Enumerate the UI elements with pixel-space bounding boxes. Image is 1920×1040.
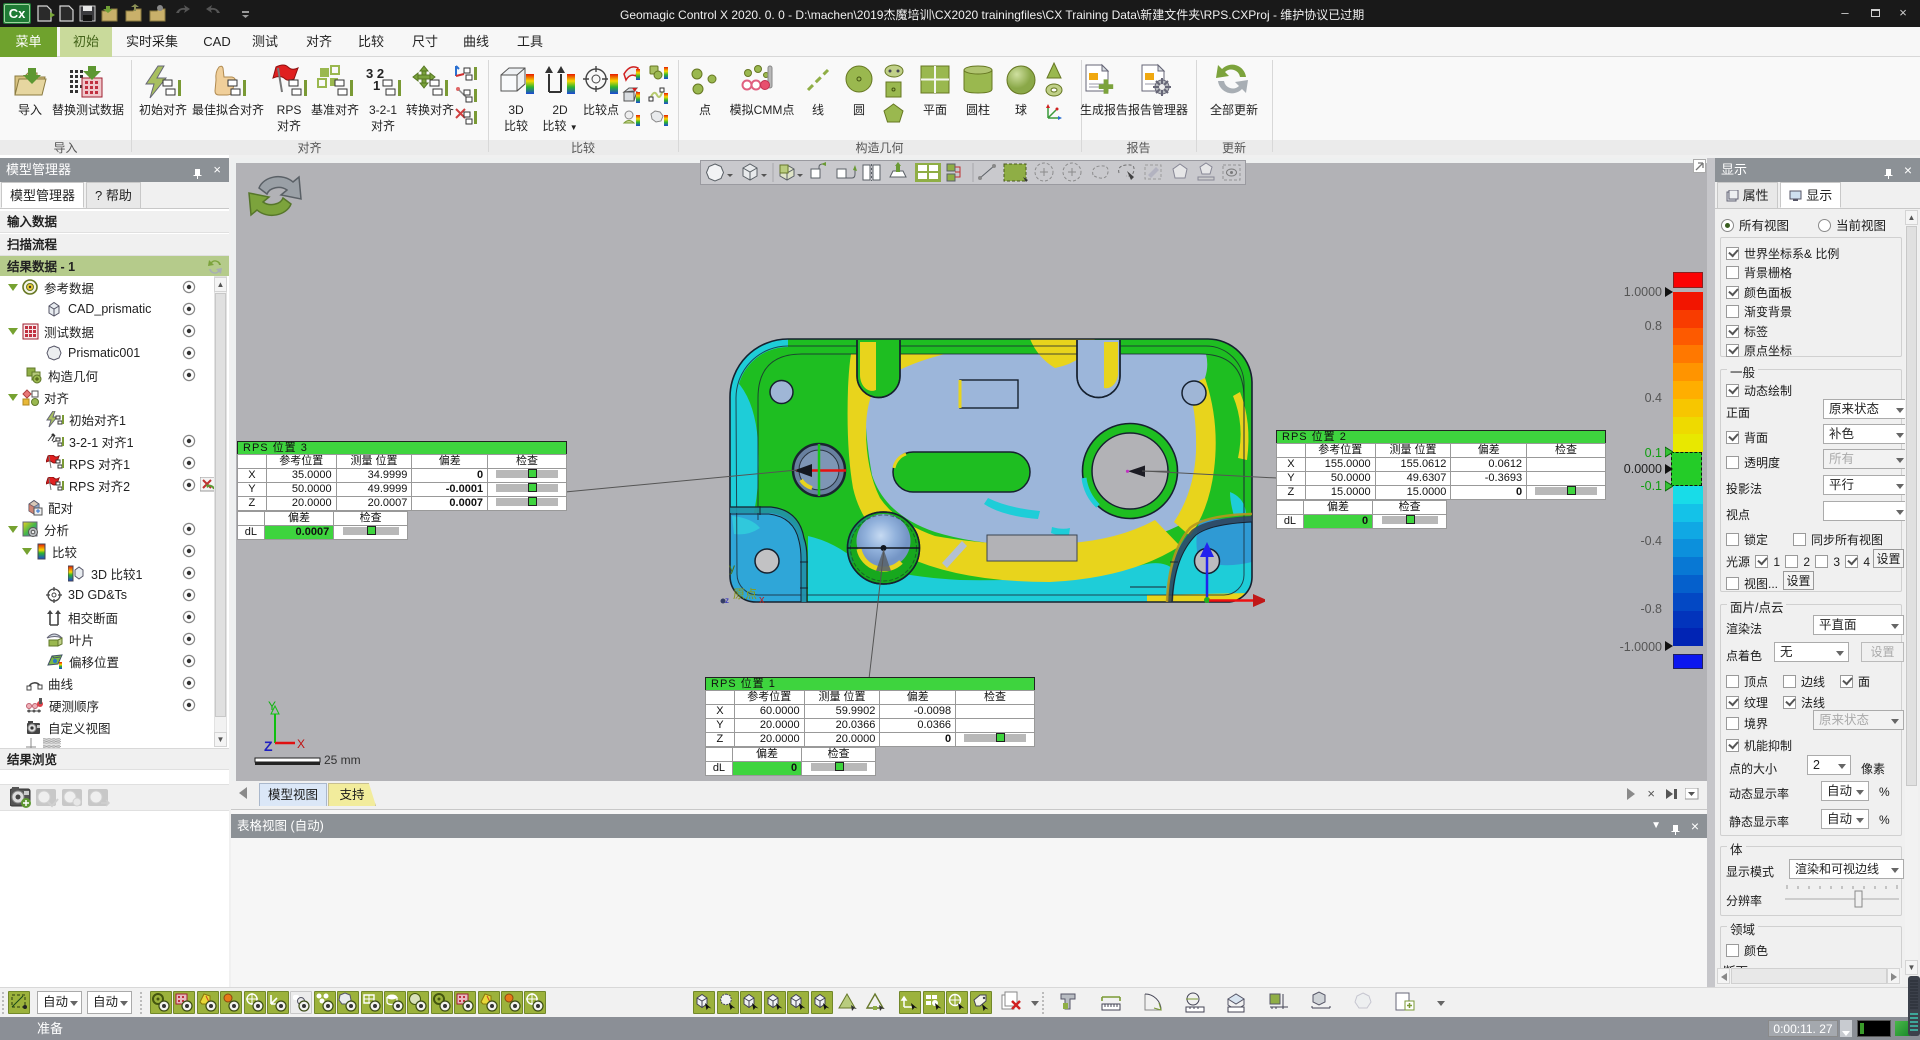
svg-text:25 mm: 25 mm [324, 753, 361, 767]
svg-text:Z: Z [264, 738, 273, 754]
svg-text:1: 1 [373, 78, 380, 93]
svg-text:Cx: Cx [9, 6, 26, 21]
svg-text:X: X [297, 737, 305, 751]
svg-text:Y: Y [268, 699, 276, 713]
